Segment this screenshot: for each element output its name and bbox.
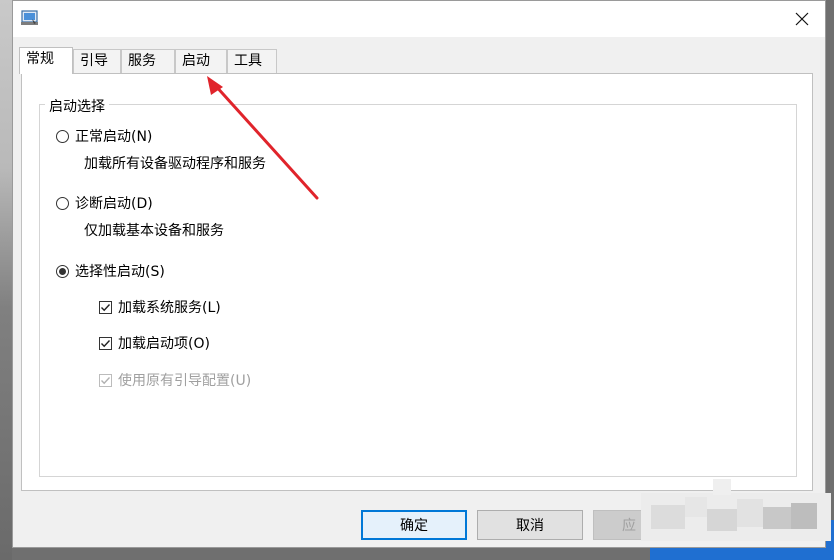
normal-startup-description: 加载所有设备驱动程序和服务 xyxy=(84,156,266,172)
diagnostic-startup-description: 仅加载基本设备和服务 xyxy=(84,223,224,239)
close-icon xyxy=(795,12,809,26)
checkmark-icon xyxy=(101,303,111,311)
normal-startup-radio[interactable]: 正常启动(N) xyxy=(56,126,152,146)
tab-startup[interactable]: 启动 xyxy=(175,49,227,73)
diagnostic-startup-label: 诊断启动(D) xyxy=(75,196,153,212)
load-startup-items-checkbox[interactable]: 加载启动项(O) xyxy=(99,333,210,353)
tab-general[interactable]: 常规 xyxy=(19,47,73,74)
ok-button[interactable]: 确定 xyxy=(361,510,467,540)
title-bar[interactable] xyxy=(13,1,825,37)
close-button[interactable] xyxy=(779,1,825,37)
tab-boot[interactable]: 引导 xyxy=(73,49,121,73)
tab-tools[interactable]: 工具 xyxy=(227,49,277,73)
desktop-background-left xyxy=(0,0,12,560)
msconfig-icon xyxy=(21,10,38,25)
radio-circle-selected[interactable] xyxy=(56,264,69,278)
cancel-button[interactable]: 取消 xyxy=(477,510,583,540)
use-original-boot-config-checkbox: 使用原有引导配置(U) xyxy=(99,370,251,390)
normal-startup-label: 正常启动(N) xyxy=(75,129,153,145)
checkbox-box-disabled xyxy=(99,373,112,387)
load-system-services-checkbox[interactable]: 加载系统服务(L) xyxy=(99,297,221,317)
checkmark-icon xyxy=(101,339,111,347)
watermark-mosaic xyxy=(641,479,831,541)
selective-startup-label: 选择性启动(S) xyxy=(75,264,165,280)
general-tab-panel: 启动选择 正常启动(N) 加载所有设备驱动程序和服务 诊断启动(D) 仅加载基本… xyxy=(21,73,813,491)
load-startup-items-label: 加载启动项(O) xyxy=(118,336,210,352)
tab-services[interactable]: 服务 xyxy=(121,49,175,73)
selective-startup-radio[interactable]: 选择性启动(S) xyxy=(56,261,165,281)
radio-circle[interactable] xyxy=(56,196,69,210)
startup-selection-legend: 启动选择 xyxy=(45,96,109,116)
use-original-boot-config-label: 使用原有引导配置(U) xyxy=(118,373,252,389)
radio-circle[interactable] xyxy=(56,129,69,143)
load-system-services-label: 加载系统服务(L) xyxy=(118,300,221,316)
system-configuration-window: 常规 引导 服务 启动 工具 启动选择 正常启动(N) 加载所有设备驱动程序和服… xyxy=(12,0,831,548)
diagnostic-startup-radio[interactable]: 诊断启动(D) xyxy=(56,193,153,213)
checkbox-box[interactable] xyxy=(99,300,112,314)
checkbox-box[interactable] xyxy=(99,336,112,350)
checkmark-icon xyxy=(101,376,111,384)
